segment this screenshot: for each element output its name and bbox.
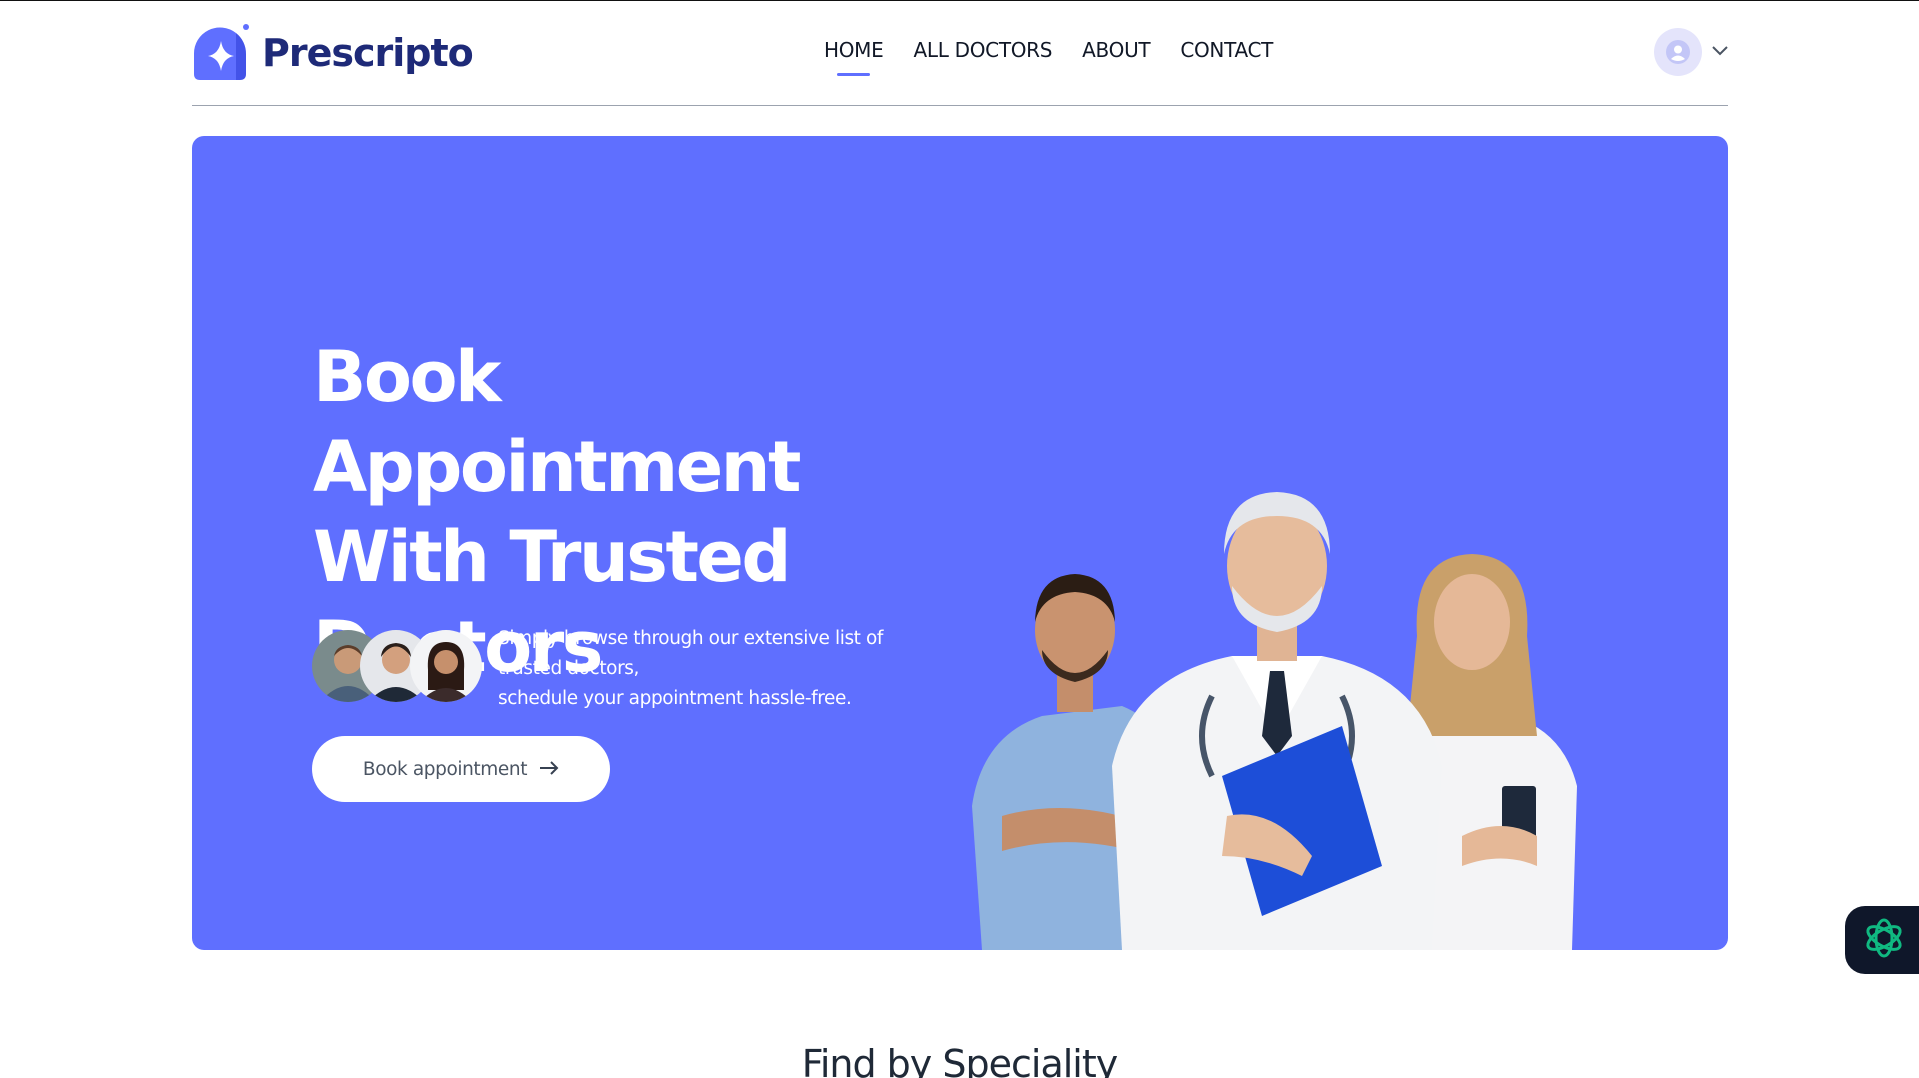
hero-description-line: trusted doctors,: [498, 658, 640, 679]
hero-title-line: Book Appointment: [313, 336, 801, 508]
doctor-avatar: [410, 630, 482, 702]
hero-description-line: schedule your appointment hassle-free.: [498, 688, 852, 709]
hero-doctors-image: [962, 436, 1622, 950]
section-title: Find by Speciality: [801, 1042, 1118, 1078]
nav-contact[interactable]: CONTACT: [1180, 38, 1273, 62]
hero-title-line: With Trusted: [313, 516, 792, 598]
doctor-figure-center: [1112, 492, 1442, 950]
hero-banner: Book Appointment With Trusted Doctors: [192, 136, 1728, 950]
user-icon[interactable]: [1654, 28, 1702, 76]
hero-description-line: Simply browse through our extensive list…: [498, 628, 884, 649]
nav-home[interactable]: HOME: [824, 38, 884, 76]
doctor-avatars-group: [312, 630, 482, 702]
chevron-down-icon[interactable]: [1712, 43, 1728, 61]
book-appointment-button[interactable]: Book appointment: [312, 736, 610, 802]
logo[interactable]: Prescripto: [192, 24, 474, 82]
logo-icon: [192, 24, 250, 82]
arrow-right-icon: [539, 759, 559, 780]
book-appointment-label: Book appointment: [362, 758, 528, 780]
ai-assistant-button[interactable]: [1845, 906, 1919, 974]
nav-links: HOME ALL DOCTORS ABOUT CONTACT: [824, 38, 1273, 76]
profile-menu[interactable]: [1654, 28, 1728, 76]
navbar: Prescripto HOME ALL DOCTORS ABOUT CONTAC…: [192, 0, 1728, 106]
brand-name: Prescripto: [262, 31, 474, 75]
hero-description: Simply browse through our extensive list…: [498, 624, 938, 714]
nav-about[interactable]: ABOUT: [1082, 38, 1150, 62]
nav-all-doctors[interactable]: ALL DOCTORS: [913, 38, 1052, 62]
ai-assistant-icon: [1861, 915, 1907, 966]
